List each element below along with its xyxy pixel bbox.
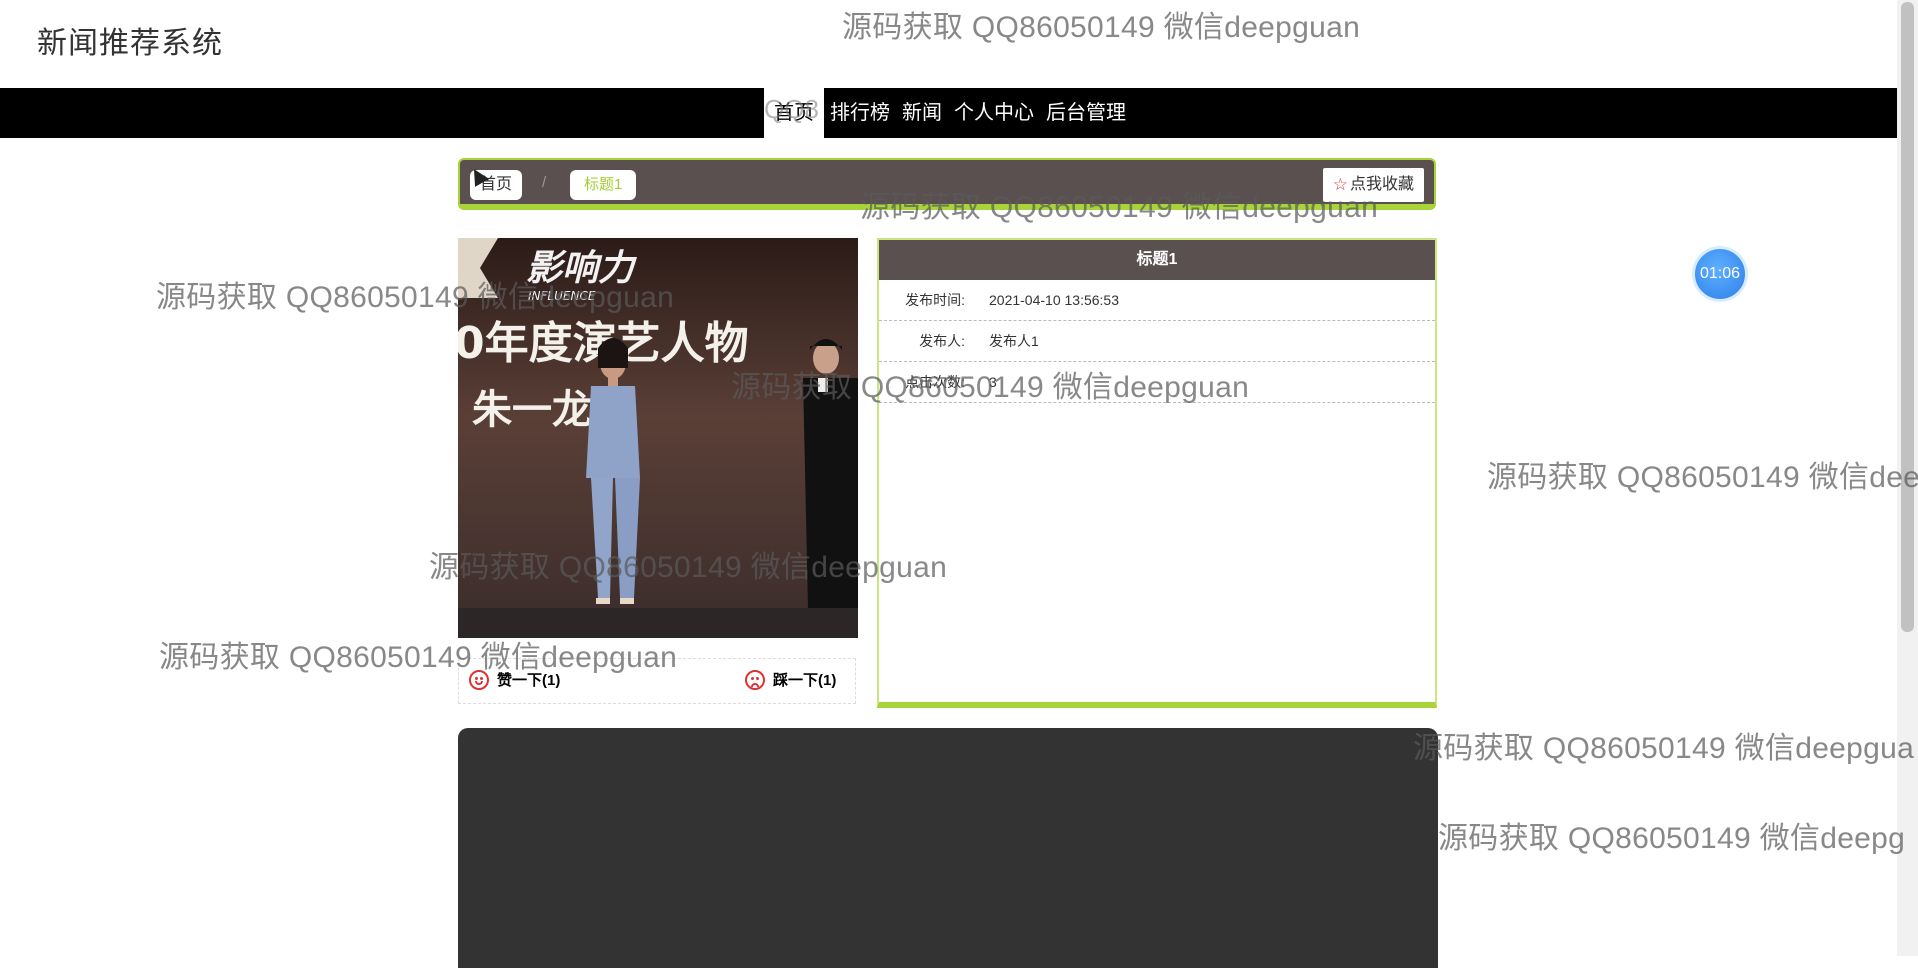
news-info-panel: 标题1 发布时间: 2021-04-10 13:56:53 发布人: 发布人1 …	[877, 238, 1437, 708]
watermark-text: 源码获取 QQ86050149 微信deepg	[1438, 822, 1906, 855]
news-image: 影响力 INFLUENCE 0年度演艺人物 朱一龙	[458, 238, 858, 638]
favorite-button-label: 点我收藏	[1349, 176, 1414, 193]
nav-item-home[interactable]: 首页	[764, 88, 824, 138]
breadcrumb-separator: /	[542, 174, 547, 191]
info-row-publish-time: 发布时间: 2021-04-10 13:56:53	[879, 280, 1435, 321]
image-banner-sub: INFLUENCE	[528, 289, 596, 303]
breadcrumb-current: 标题1	[570, 170, 637, 200]
like-label: 赞一下(1)	[497, 672, 561, 689]
click-count-value: 3	[989, 374, 997, 390]
dislike-button[interactable]: 踩一下(1)	[745, 669, 836, 690]
star-icon: ☆	[1332, 175, 1348, 194]
news-photo: 影响力 INFLUENCE 0年度演艺人物 朱一龙	[458, 238, 858, 638]
watermark-text: 源码获取 QQ86050149 微信deepgua	[1413, 732, 1915, 765]
frown-icon	[745, 669, 765, 690]
scrollbar-thumb[interactable]	[1901, 2, 1914, 632]
smile-icon	[469, 669, 489, 690]
publisher-label: 发布人:	[919, 333, 965, 349]
image-line2: 朱一龙	[472, 387, 592, 433]
image-banner-text: 影响力	[526, 248, 638, 289]
main-navbar: 首页 排行榜 新闻 个人中心 后台管理	[0, 88, 1897, 138]
vote-bar: 赞一下(1) 踩一下(1)	[458, 658, 856, 704]
dislike-label: 踩一下(1)	[773, 672, 837, 689]
site-title: 新闻推荐系统	[37, 27, 223, 60]
breadcrumb: 首页 / 标题1 ☆ 点我收藏	[458, 158, 1436, 210]
page-scrollbar[interactable]	[1897, 0, 1918, 956]
publish-time-label: 发布时间:	[905, 292, 965, 308]
video-player[interactable]	[458, 728, 1438, 968]
countdown-timer: 01:06	[1692, 246, 1748, 302]
nav-item-profile[interactable]: 个人中心	[948, 88, 1040, 138]
watermark-text: 源码获取 QQ86050149 微信dee	[1487, 461, 1918, 494]
nav-item-ranking[interactable]: 排行榜	[824, 88, 896, 138]
publish-time-value: 2021-04-10 13:56:53	[989, 292, 1119, 308]
nav-items: 首页 排行榜 新闻 个人中心 后台管理	[764, 88, 1132, 138]
favorite-button[interactable]: ☆ 点我收藏	[1322, 168, 1424, 202]
watermark-text: 源码获取 QQ86050149 微信deepguan	[842, 11, 1361, 44]
nav-item-news[interactable]: 新闻	[896, 88, 948, 138]
info-row-click-count: 点击次数: 3	[879, 362, 1435, 403]
nav-item-admin[interactable]: 后台管理	[1040, 88, 1132, 138]
news-title: 标题1	[879, 240, 1435, 280]
publisher-value: 发布人1	[989, 333, 1039, 349]
info-row-publisher: 发布人: 发布人1	[879, 321, 1435, 362]
like-button[interactable]: 赞一下(1)	[469, 669, 560, 690]
click-count-label: 点击次数:	[905, 374, 965, 390]
